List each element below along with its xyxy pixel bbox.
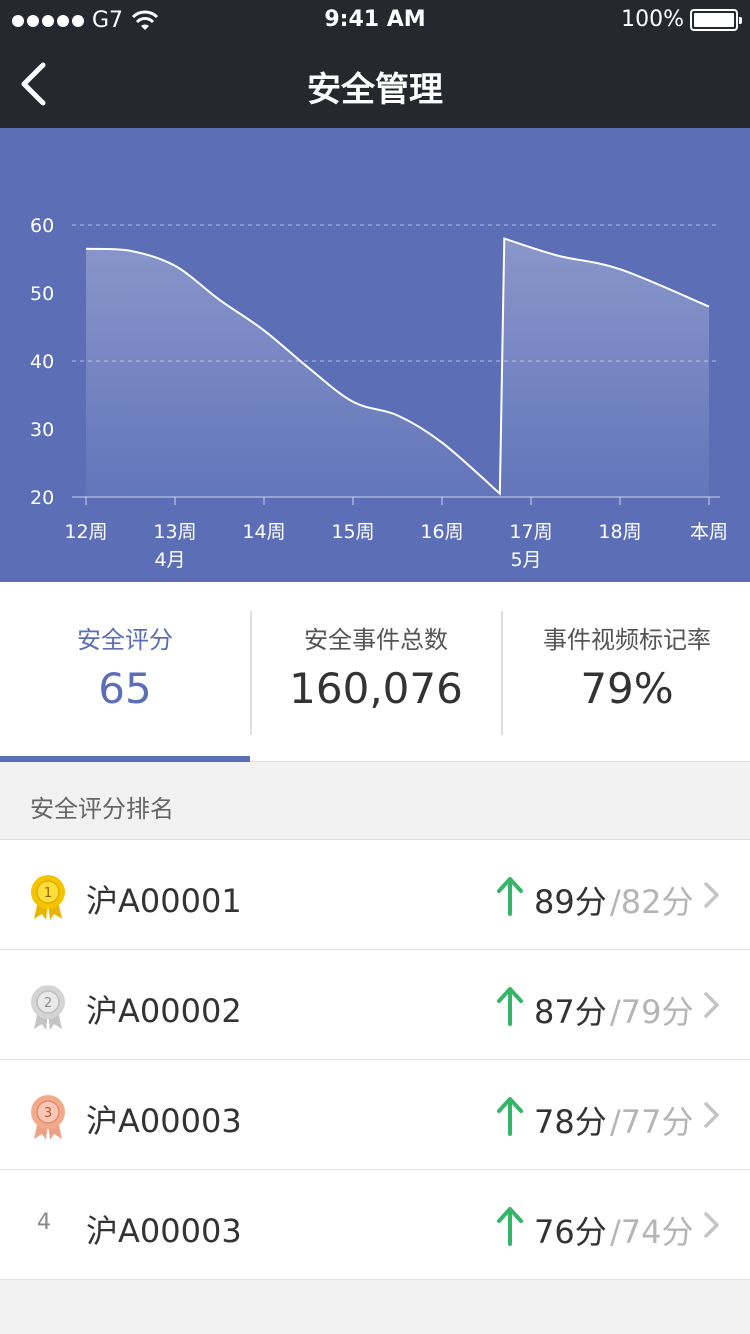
ranking-row[interactable]: 4 沪A00003 76分 /74分 (0, 1170, 750, 1280)
stats-panel: 安全评分 65 安全事件总数 160,076 事件视频标记率 79% (0, 582, 750, 762)
status-right: 100% (621, 7, 742, 32)
chevron-right-icon (704, 882, 719, 908)
svg-text:2: 2 (44, 996, 52, 1011)
area-fill (86, 238, 709, 497)
x-tick-label: 本周 (690, 521, 728, 543)
tab-safety-events-total[interactable]: 安全事件总数 160,076 (251, 582, 501, 762)
x-tick-label: 12周 (64, 521, 107, 543)
chevron-right-icon (704, 992, 719, 1018)
month-label: 4月 (154, 549, 185, 571)
battery-percent: 100% (621, 7, 684, 32)
status-bar: G7 9:41 AM 100% (0, 0, 750, 40)
battery-icon (690, 8, 742, 31)
up-arrow-icon (497, 1207, 523, 1246)
x-tick-label: 15周 (331, 521, 374, 543)
ranking-row[interactable]: 1 沪A00001 89分 /82分 (0, 840, 750, 950)
stat-value: 160,076 (289, 664, 463, 713)
tab-safety-score[interactable]: 安全评分 65 (0, 582, 250, 762)
previous-score: /79分 (610, 993, 694, 1031)
current-score: 87分 (534, 993, 607, 1031)
current-score: 78分 (534, 1103, 607, 1141)
y-tick-label: 40 (30, 351, 54, 373)
x-tick-label: 17周 (509, 521, 552, 543)
up-arrow-icon (497, 877, 523, 916)
y-tick-label: 60 (30, 215, 54, 237)
up-arrow-icon (497, 987, 523, 1026)
previous-score: /74分 (610, 1213, 694, 1251)
chart-svg: 60 50 40 30 20 12周 13周 14周 15周 16周 17周 18周 本周 4月 5月 (30, 215, 728, 571)
stat-label: 事件视频标记率 (543, 626, 711, 654)
ranking-row[interactable]: 3 沪A00003 78分 /77分 (0, 1060, 750, 1170)
plate-number: 沪A00003 (86, 1212, 242, 1250)
header: G7 9:41 AM 100% 安全管理 (0, 0, 750, 128)
up-arrow-icon (497, 1097, 523, 1136)
nav-bar: 安全管理 (0, 40, 750, 128)
plate-number: 沪A00002 (86, 992, 242, 1030)
gold-medal-icon: 1 (31, 875, 65, 920)
svg-text:3: 3 (44, 1106, 52, 1121)
month-label: 5月 (510, 549, 541, 571)
y-tick-label: 20 (30, 487, 54, 509)
stat-label: 安全事件总数 (304, 626, 448, 654)
ranking-row[interactable]: 2 沪A00002 87分 /79分 (0, 950, 750, 1060)
stat-label: 安全评分 (77, 626, 173, 654)
previous-score: /82分 (610, 883, 694, 921)
y-tick-label: 50 (30, 283, 54, 305)
page-title: 安全管理 (307, 70, 443, 110)
previous-score: /77分 (610, 1103, 694, 1141)
x-tick-label: 18周 (598, 521, 641, 543)
silver-medal-icon: 2 (31, 985, 65, 1030)
score-trend-chart: 60 50 40 30 20 12周 13周 14周 15周 16周 17周 18周 本周 4月 5月 (0, 128, 750, 582)
stat-value: 79% (580, 664, 674, 713)
x-tick-label: 16周 (420, 521, 463, 543)
x-tick-label: 13周 (153, 521, 196, 543)
current-score: 76分 (534, 1213, 607, 1251)
section-title: 安全评分排名 (30, 795, 174, 823)
chevron-right-icon (704, 1212, 719, 1238)
bronze-medal-icon: 3 (31, 1095, 65, 1140)
x-tick-label: 14周 (242, 521, 285, 543)
tab-video-mark-rate[interactable]: 事件视频标记率 79% (502, 582, 750, 762)
stat-value: 65 (98, 664, 152, 713)
section-header: 安全评分排名 (0, 763, 750, 840)
rank-number: 4 (37, 1210, 51, 1235)
chevron-right-icon (704, 1102, 719, 1128)
svg-text:1: 1 (44, 886, 52, 901)
y-tick-label: 30 (30, 419, 54, 441)
current-score: 89分 (534, 883, 607, 921)
plate-number: 沪A00003 (86, 1102, 242, 1140)
active-tab-indicator (0, 756, 250, 762)
plate-number: 沪A00001 (86, 882, 242, 920)
ranking-list: 1 沪A00001 89分 /82分 2 沪A00002 87分 /79分 3 … (0, 840, 750, 1280)
